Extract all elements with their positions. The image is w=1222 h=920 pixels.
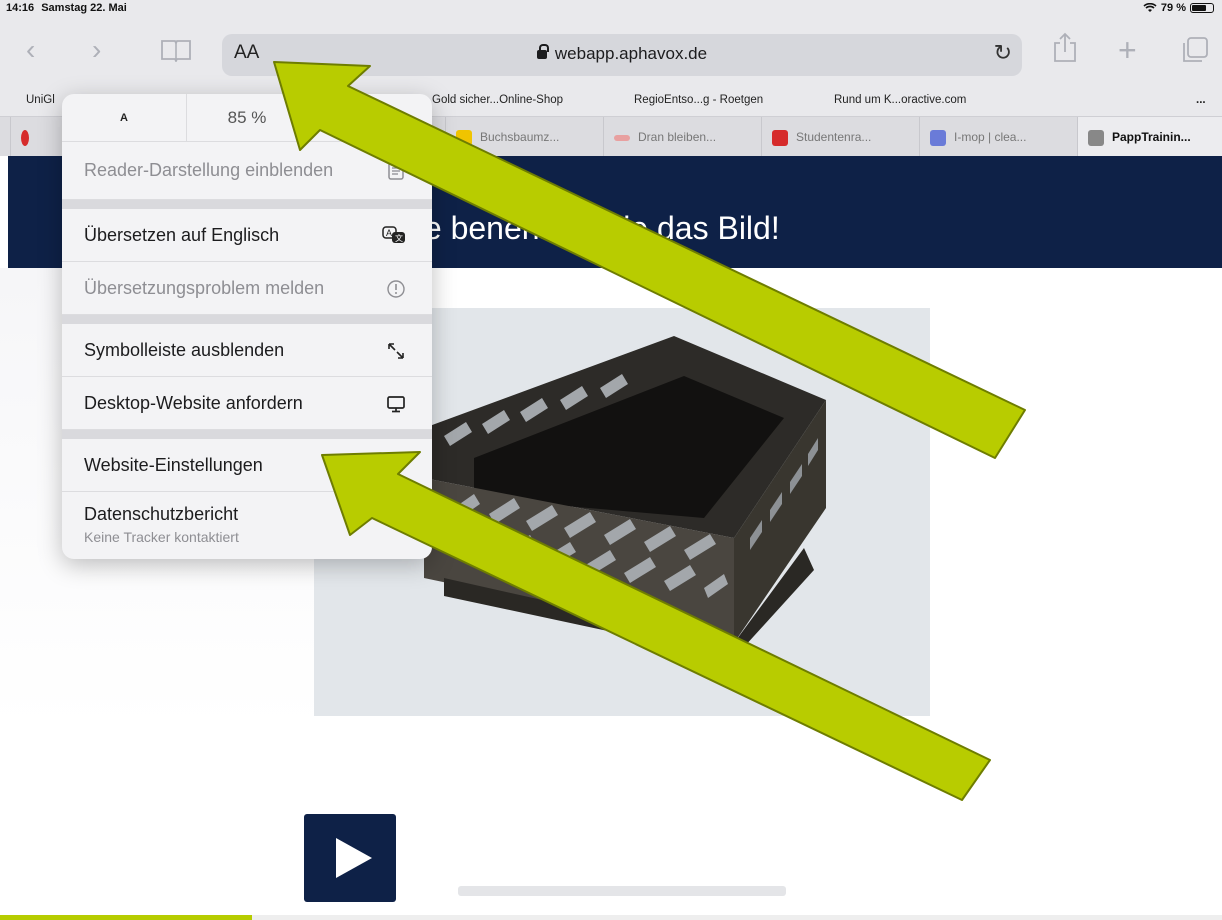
- tab-label: Studentenra...: [796, 130, 872, 144]
- menu-item-label: Übersetzen auf Englisch: [84, 225, 280, 245]
- url-text: webapp.aphavox.de: [554, 44, 708, 63]
- zoom-increase-button[interactable]: A: [308, 94, 432, 142]
- zoom-decrease-button[interactable]: A: [62, 94, 186, 142]
- play-icon: [336, 838, 372, 878]
- play-button[interactable]: [304, 814, 396, 902]
- tab-favicon: [1088, 129, 1104, 146]
- bookmarks-book-icon[interactable]: [160, 38, 192, 62]
- tab-hidden[interactable]: [10, 117, 62, 157]
- collapse-arrows-icon: [388, 343, 404, 359]
- tab-item[interactable]: Studentenra...: [761, 117, 919, 157]
- bookmark-item[interactable]: Rund um K...oractive.com: [834, 84, 966, 116]
- translate-icon: A 文: [382, 226, 405, 243]
- info-icon: [387, 280, 405, 298]
- tab-item[interactable]: I-mop | clea...: [919, 117, 1077, 157]
- menu-item-translation-problem[interactable]: Übersetzungsproblem melden: [62, 262, 432, 315]
- zoom-controls: A 85 % A: [62, 94, 432, 142]
- reload-icon[interactable]: ↻: [994, 40, 1012, 66]
- wifi-icon: [1143, 3, 1157, 12]
- tab-favicon: [772, 129, 788, 146]
- bookmark-item[interactable]: RegioEntso...g - Roetgen: [634, 84, 763, 116]
- browser-toolbar: ‹ › AA webapp.aphavox.de ↻ +: [0, 16, 1222, 84]
- tab-label: Dran bleiben...: [638, 130, 717, 144]
- tab-label: Buchsbaumz...: [480, 130, 560, 144]
- menu-item-translate[interactable]: Übersetzen auf Englisch A 文: [62, 209, 432, 262]
- privacy-shield-icon: [389, 514, 403, 530]
- menu-item-hide-toolbar[interactable]: Symbolleiste ausblenden: [62, 324, 432, 377]
- menu-item-label: Übersetzungsproblem melden: [84, 278, 325, 298]
- svg-text:文: 文: [395, 233, 403, 243]
- zoom-level-reset[interactable]: 85 %: [186, 94, 308, 142]
- tabs-overview-icon[interactable]: [1180, 36, 1210, 64]
- tab-label: I-mop | clea...: [954, 130, 1027, 144]
- tab-label: PappTrainin...: [1112, 130, 1191, 144]
- settings-gear-icon: [389, 459, 403, 473]
- menu-item-label: Symbolleiste ausblenden: [84, 340, 285, 360]
- menu-item-reader[interactable]: Reader-Darstellung einblenden: [62, 142, 432, 200]
- menu-item-label: Desktop-Website anfordern: [84, 393, 303, 413]
- battery-icon: [1190, 3, 1214, 13]
- forward-icon[interactable]: ›: [92, 36, 101, 64]
- bookmarks-more-icon[interactable]: ...: [1196, 84, 1206, 116]
- status-time: 14:16: [6, 2, 35, 14]
- share-icon[interactable]: [1052, 32, 1078, 64]
- bookmark-item[interactable]: Gold sicher...Online-Shop: [432, 84, 563, 116]
- menu-item-desktop-site[interactable]: Desktop-Website anfordern: [62, 377, 432, 430]
- menu-item-website-settings[interactable]: Website-Einstellungen: [62, 439, 432, 492]
- tab-item[interactable]: Buchsbaumz...: [445, 117, 603, 157]
- back-icon[interactable]: ‹: [26, 36, 35, 64]
- menu-item-label: Datenschutzbericht: [84, 504, 239, 524]
- safari-ipad-screen: 14:16 Samstag 22. Mai 79 % ‹ › AA webapp…: [0, 0, 1222, 920]
- bookmark-item[interactable]: UniGl: [26, 84, 55, 116]
- battery-percent: 79 %: [1160, 2, 1186, 14]
- svg-text:A: A: [386, 228, 392, 238]
- lock-icon: [536, 44, 549, 59]
- audio-progress-bar[interactable]: [458, 886, 786, 896]
- desktop-icon: [387, 396, 405, 413]
- status-time-date: 14:16 Samstag 22. Mai: [6, 0, 127, 16]
- menu-separator: [62, 200, 432, 209]
- menu-item-sublabel: Keine Tracker kontaktiert: [84, 529, 239, 545]
- menu-separator: [62, 315, 432, 324]
- menu-item-privacy-report[interactable]: Datenschutzbericht Keine Tracker kontakt…: [62, 492, 432, 559]
- address-bar[interactable]: AA webapp.aphavox.de ↻: [222, 34, 1022, 76]
- text-size-page-menu: A 85 % A Reader-Darstellung einblenden Ü…: [62, 94, 432, 559]
- menu-item-label: Reader-Darstellung einblenden: [84, 160, 334, 180]
- tab-item[interactable]: Dran bleiben...: [603, 117, 761, 157]
- status-date: Samstag 22. Mai: [41, 2, 127, 14]
- tab-item-active[interactable]: PappTrainin...: [1077, 117, 1222, 157]
- status-indicators: 79 %: [1143, 0, 1214, 16]
- tab-favicon: [456, 129, 472, 146]
- url-display[interactable]: webapp.aphavox.de: [222, 44, 1022, 64]
- bottom-progress-fill: [0, 915, 252, 920]
- menu-separator: [62, 430, 432, 439]
- page-title: te benennen Sie das Bild!: [415, 210, 780, 246]
- reader-icon: [388, 162, 404, 180]
- menu-item-label: Website-Einstellungen: [84, 455, 263, 475]
- new-tab-plus-icon[interactable]: +: [1118, 34, 1137, 66]
- tab-favicon: [930, 129, 946, 146]
- tab-favicon: [614, 134, 630, 141]
- status-bar: 14:16 Samstag 22. Mai 79 %: [0, 0, 1222, 16]
